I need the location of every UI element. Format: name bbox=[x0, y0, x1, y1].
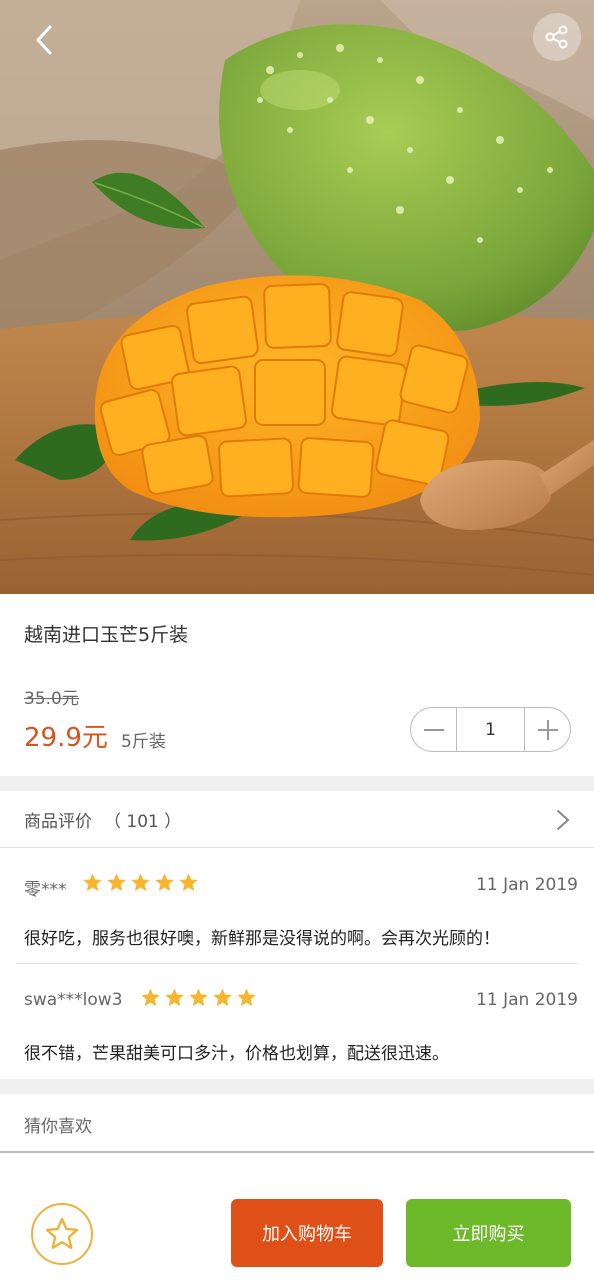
add-to-cart-button[interactable]: 加入购物车 bbox=[231, 1199, 383, 1267]
buy-now-button[interactable]: 立即购买 bbox=[406, 1199, 571, 1267]
chevron-right-icon bbox=[557, 810, 570, 830]
recommend-title: 猜你喜欢 bbox=[24, 1117, 92, 1137]
star-icon bbox=[131, 873, 150, 891]
review-date: 11 Jan 2019 bbox=[476, 990, 578, 1010]
star-icon bbox=[141, 988, 160, 1006]
star-icon bbox=[213, 988, 232, 1006]
plus-icon bbox=[537, 719, 558, 740]
back-button[interactable] bbox=[22, 18, 66, 62]
chevron-left-icon bbox=[36, 25, 52, 55]
product-title: 越南进口玉芒5斤装 bbox=[24, 624, 189, 646]
star-icon bbox=[179, 873, 198, 891]
product-image bbox=[0, 0, 594, 594]
increase-button[interactable] bbox=[525, 708, 570, 751]
reviews-label: 商品评价 bbox=[24, 811, 92, 832]
review-date: 11 Jan 2019 bbox=[476, 875, 578, 895]
minus-icon bbox=[423, 728, 444, 731]
star-icon bbox=[189, 988, 208, 1006]
review-item: swa***low3 11 Jan 2019 很不错，芒果甜美可口多汁，价格也划… bbox=[16, 964, 578, 1078]
star-icon bbox=[107, 873, 126, 891]
favorite-button[interactable] bbox=[31, 1203, 93, 1265]
star-rating bbox=[140, 987, 257, 1008]
quantity-stepper: 1 bbox=[410, 707, 571, 752]
review-user: 零*** bbox=[24, 880, 67, 900]
section-divider bbox=[0, 1079, 594, 1094]
original-price: 35.0元 bbox=[24, 689, 79, 709]
current-price: 29.9元 bbox=[24, 723, 108, 753]
review-user: swa***low3 bbox=[24, 990, 123, 1010]
product-spec: 5斤装 bbox=[121, 732, 166, 752]
star-icon bbox=[155, 873, 174, 891]
quantity-value[interactable]: 1 bbox=[456, 708, 525, 751]
decrease-button[interactable] bbox=[411, 708, 456, 751]
share-button[interactable] bbox=[533, 13, 581, 61]
review-text: 很不错，芒果甜美可口多汁，价格也划算，配送很迅速。 bbox=[24, 1044, 449, 1064]
star-rating bbox=[82, 872, 199, 893]
reviews-count: （ 101 ） bbox=[104, 811, 182, 832]
share-icon bbox=[545, 25, 568, 49]
reviews-header[interactable]: 商品评价 （ 101 ） bbox=[0, 791, 594, 848]
star-icon bbox=[165, 988, 184, 1006]
review-item: 零*** 11 Jan 2019 很好吃，服务也很好噢，新鲜那是没得说的啊。会再… bbox=[16, 849, 578, 963]
star-outline-icon bbox=[45, 1217, 79, 1249]
section-divider bbox=[0, 776, 594, 791]
star-icon bbox=[83, 873, 102, 891]
divider bbox=[0, 1151, 594, 1153]
review-text: 很好吃，服务也很好噢，新鲜那是没得说的啊。会再次光顾的！ bbox=[24, 929, 500, 949]
star-icon bbox=[237, 988, 256, 1006]
